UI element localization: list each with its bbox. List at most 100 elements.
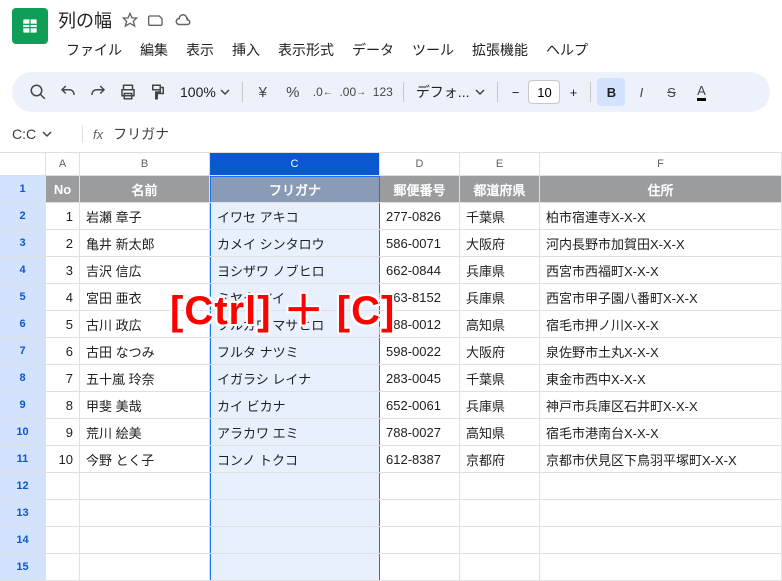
cell[interactable]: 千葉県 (460, 203, 540, 229)
cell[interactable]: 西宮市西福町X-X-X (540, 257, 782, 283)
menu-help[interactable]: ヘルプ (538, 36, 596, 64)
cell[interactable]: 岩瀬 章子 (80, 203, 210, 229)
cell[interactable]: 泉佐野市土丸X-X-X (540, 338, 782, 364)
row-header[interactable]: 12 (0, 473, 46, 499)
cell[interactable]: 西宮市甲子園八番町X-X-X (540, 284, 782, 310)
select-all-corner[interactable] (0, 153, 46, 175)
cell[interactable]: 788-0027 (380, 419, 460, 445)
cell[interactable]: 9 (46, 419, 80, 445)
decrease-font-icon[interactable]: − (504, 81, 526, 103)
row-header[interactable]: 5 (0, 284, 46, 310)
cell[interactable] (210, 527, 380, 553)
row-header[interactable]: 3 (0, 230, 46, 256)
search-icon[interactable] (24, 78, 52, 106)
cell[interactable]: アラカワ エミ (210, 419, 380, 445)
increase-font-icon[interactable]: + (562, 81, 584, 103)
cell[interactable]: 名前 (80, 176, 210, 202)
cell[interactable]: 京都府 (460, 446, 540, 472)
row-header[interactable]: 14 (0, 527, 46, 553)
cell[interactable]: 277-0826 (380, 203, 460, 229)
redo-icon[interactable] (84, 78, 112, 106)
cell[interactable]: 7 (46, 365, 80, 391)
cell[interactable]: イワセ アキコ (210, 203, 380, 229)
col-header-d[interactable]: D (380, 153, 460, 175)
cell[interactable]: 598-0022 (380, 338, 460, 364)
cell[interactable]: 宮田 亜衣 (80, 284, 210, 310)
cell[interactable] (46, 527, 80, 553)
col-header-c[interactable]: C (210, 153, 380, 175)
cell[interactable]: 高知県 (460, 419, 540, 445)
cell[interactable] (540, 473, 782, 499)
cell[interactable]: フルカワ マサヒロ (210, 311, 380, 337)
menu-insert[interactable]: 挿入 (224, 36, 268, 64)
cell[interactable]: フリガナ (210, 176, 380, 202)
cell[interactable]: 662-0844 (380, 257, 460, 283)
cell[interactable]: 1 (46, 203, 80, 229)
cell[interactable]: 大阪府 (460, 338, 540, 364)
cell[interactable]: 663-8152 (380, 284, 460, 310)
cell[interactable]: 古田 なつみ (80, 338, 210, 364)
cell[interactable]: 612-8387 (380, 446, 460, 472)
cell[interactable] (46, 500, 80, 526)
sheets-logo[interactable] (12, 8, 48, 44)
currency-icon[interactable]: ¥ (249, 78, 277, 106)
menu-format[interactable]: 表示形式 (270, 36, 342, 64)
cell[interactable]: フルタ ナツミ (210, 338, 380, 364)
cell[interactable] (80, 500, 210, 526)
formula-bar[interactable]: フリガナ (113, 124, 169, 144)
cell[interactable]: 652-0061 (380, 392, 460, 418)
cell[interactable] (380, 527, 460, 553)
cell[interactable] (540, 500, 782, 526)
cell[interactable] (80, 473, 210, 499)
cell[interactable]: 荒川 絵美 (80, 419, 210, 445)
col-header-f[interactable]: F (540, 153, 782, 175)
cell[interactable]: 8 (46, 392, 80, 418)
row-header[interactable]: 13 (0, 500, 46, 526)
decrease-decimal-icon[interactable]: .0← (309, 78, 337, 106)
cell[interactable]: コンノ トクコ (210, 446, 380, 472)
col-header-a[interactable]: A (46, 153, 80, 175)
font-size-input[interactable] (528, 80, 560, 104)
cell[interactable]: 高知県 (460, 311, 540, 337)
cell[interactable]: 住所 (540, 176, 782, 202)
cell[interactable]: 東金市西中X-X-X (540, 365, 782, 391)
undo-icon[interactable] (54, 78, 82, 106)
row-header[interactable]: 4 (0, 257, 46, 283)
bold-button[interactable]: B (597, 78, 625, 106)
cell[interactable]: 兵庫県 (460, 257, 540, 283)
row-header-1[interactable]: 1 (0, 176, 46, 202)
cell[interactable]: 京都市伏見区下鳥羽平塚町X-X-X (540, 446, 782, 472)
cell[interactable]: 6 (46, 338, 80, 364)
cell[interactable]: 河内長野市加賀田X-X-X (540, 230, 782, 256)
cell[interactable]: 5 (46, 311, 80, 337)
cell[interactable] (210, 473, 380, 499)
more-formats-icon[interactable]: 123 (369, 78, 397, 106)
document-title[interactable]: 列の幅 (58, 7, 112, 33)
print-icon[interactable] (114, 78, 142, 106)
cell[interactable]: 4 (46, 284, 80, 310)
cell[interactable]: 千葉県 (460, 365, 540, 391)
cell[interactable]: No (46, 176, 80, 202)
row-header[interactable]: 11 (0, 446, 46, 472)
cell[interactable]: カメイ シンタロウ (210, 230, 380, 256)
cell[interactable]: 3 (46, 257, 80, 283)
strikethrough-button[interactable]: S (657, 78, 685, 106)
cell[interactable]: ヨシザワ ノブヒロ (210, 257, 380, 283)
cell[interactable] (460, 500, 540, 526)
italic-button[interactable]: I (627, 78, 655, 106)
cell[interactable]: ミヤタ アイ (210, 284, 380, 310)
menu-file[interactable]: ファイル (58, 36, 130, 64)
cell[interactable]: 柏市宿連寺X-X-X (540, 203, 782, 229)
cell[interactable]: 283-0045 (380, 365, 460, 391)
cell[interactable] (460, 527, 540, 553)
cell[interactable] (46, 473, 80, 499)
cell[interactable]: 宿毛市港南台X-X-X (540, 419, 782, 445)
menu-edit[interactable]: 編集 (132, 36, 176, 64)
cell[interactable]: 吉沢 信広 (80, 257, 210, 283)
cell[interactable]: カイ ビカナ (210, 392, 380, 418)
name-box[interactable]: C:C (12, 126, 72, 142)
cell[interactable]: 兵庫県 (460, 284, 540, 310)
cell[interactable]: 古川 政広 (80, 311, 210, 337)
cell[interactable]: 586-0071 (380, 230, 460, 256)
row-header[interactable]: 8 (0, 365, 46, 391)
